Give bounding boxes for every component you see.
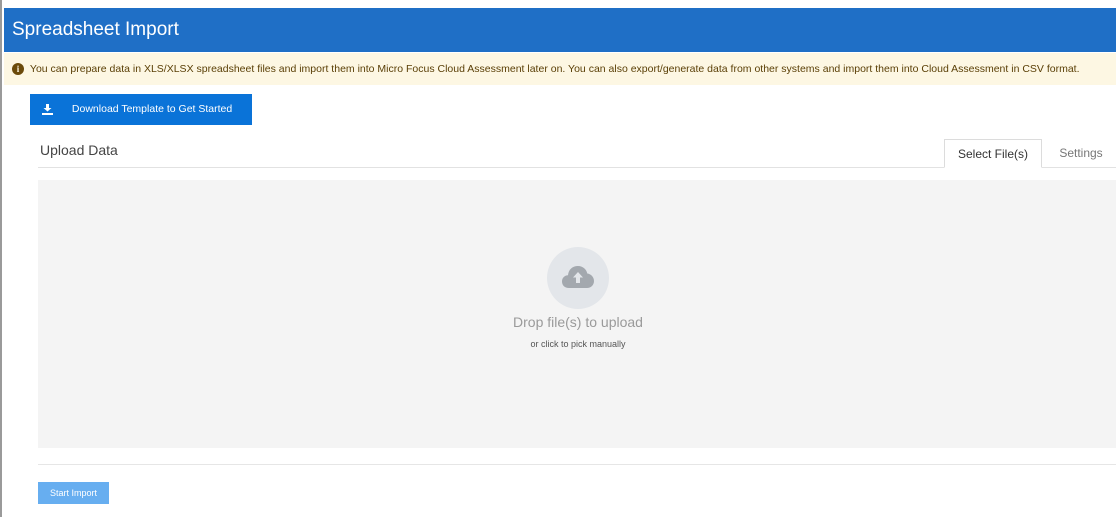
dropzone-subtitle: or click to pick manually	[530, 339, 626, 349]
start-import-button[interactable]: Start Import	[38, 482, 109, 504]
page-header: Spreadsheet Import	[4, 8, 1116, 52]
footer-divider	[38, 464, 1116, 465]
info-notice: i You can prepare data in XLS/XLSX sprea…	[4, 53, 1116, 85]
dropzone-title: Drop file(s) to upload	[513, 314, 643, 330]
file-dropzone[interactable]: Drop file(s) to upload or click to pick …	[38, 180, 1116, 448]
info-circle-icon: i	[12, 63, 24, 76]
upload-data-title: Upload Data	[40, 142, 118, 158]
cloud-upload-icon	[562, 266, 594, 288]
page-title: Spreadsheet Import	[12, 19, 179, 40]
upload-icon-circle	[547, 247, 609, 309]
download-template-button[interactable]: Download Template to Get Started	[30, 94, 252, 125]
tab-select-files[interactable]: Select File(s)	[944, 139, 1042, 168]
notice-text: You can prepare data in XLS/XLSX spreads…	[29, 63, 1080, 76]
import-page: Spreadsheet Import i You can prepare dat…	[0, 0, 1116, 517]
download-template-label: Download Template to Get Started	[71, 103, 233, 115]
tab-settings[interactable]: Settings	[1044, 139, 1116, 168]
download-icon	[42, 104, 53, 115]
